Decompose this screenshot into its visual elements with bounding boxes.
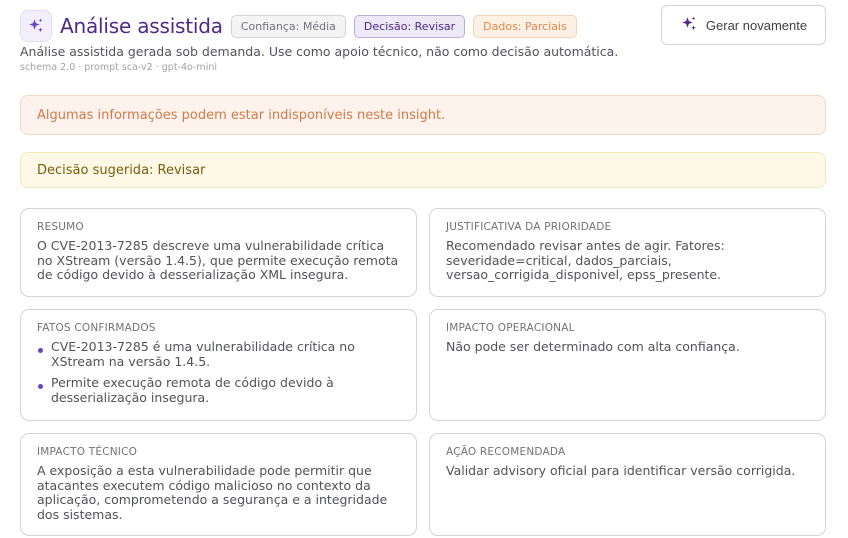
bullet-icon: [38, 384, 43, 390]
model-meta: schema 2.0 · prompt sca-v2 · gpt-4o-mini: [20, 62, 217, 73]
card-label: Resumo: [37, 221, 84, 233]
sparkles-icon: [20, 10, 52, 42]
facts-list: CVE-2013-7285 é uma vulnerabilidade crít…: [37, 339, 400, 405]
technical-impact-card: Impacto técnico A exposição a esta vulne…: [20, 433, 417, 536]
card-text: Validar advisory oficial para identifica…: [446, 463, 796, 478]
card-label: Impacto operacional: [446, 322, 575, 334]
status-badges: Confiança: Média Decisão: Revisar Dados:…: [230, 14, 577, 38]
card-text: A exposição a esta vulnerabilidade pode …: [37, 463, 388, 522]
summary-card: Resumo O CVE-2013-7285 descreve uma vuln…: [20, 208, 417, 297]
bullet-icon: [38, 348, 43, 353]
recommended-action-card: Ação recomendada Validar advisory oficia…: [429, 433, 826, 536]
decision-badge: Decisão: Revisar: [353, 14, 466, 38]
card-text: Não pode ser determinado com alta confia…: [446, 339, 740, 354]
card-text: O CVE-2013-7285 descreve uma vulnerabili…: [37, 238, 399, 283]
card-label: Fatos confirmados: [37, 322, 156, 334]
sparkles-icon: [680, 15, 698, 36]
operational-impact-card: Impacto operacional Não pode ser determi…: [429, 309, 826, 421]
regenerate-button[interactable]: Gerar novamente: [661, 5, 826, 45]
header: Análise assistida Confiança: Média Decis…: [20, 5, 826, 46]
fact-text: Permite execução remota de código devido…: [51, 375, 334, 405]
card-label: Impacto técnico: [37, 446, 138, 458]
data-badge: Dados: Parciais: [473, 14, 577, 38]
card-label: Justificativa da prioridade: [446, 221, 612, 233]
page-title: Análise assistida: [60, 14, 223, 38]
suggested-decision-alert: Decisão sugerida: Revisar: [20, 152, 826, 188]
regenerate-label: Gerar novamente: [705, 17, 808, 33]
page-subtitle: Análise assistida gerada sob demanda. Us…: [20, 44, 619, 59]
priority-justification-card: Justificativa da prioridade Recomendado …: [429, 208, 826, 297]
confirmed-facts-card: Fatos confirmados CVE-2013-7285 é uma vu…: [20, 309, 417, 421]
list-item: Permite execução remota de código devido…: [37, 375, 400, 405]
fact-text: CVE-2013-7285 é uma vulnerabilidade crít…: [51, 339, 355, 369]
confidence-badge: Confiança: Média: [230, 14, 346, 38]
partial-data-alert: Algumas informações podem estar indispon…: [20, 95, 826, 135]
card-label: Ação recomendada: [446, 446, 566, 458]
card-text: Recomendado revisar antes de agir. Fator…: [446, 238, 725, 283]
list-item: CVE-2013-7285 é uma vulnerabilidade crít…: [37, 339, 400, 369]
